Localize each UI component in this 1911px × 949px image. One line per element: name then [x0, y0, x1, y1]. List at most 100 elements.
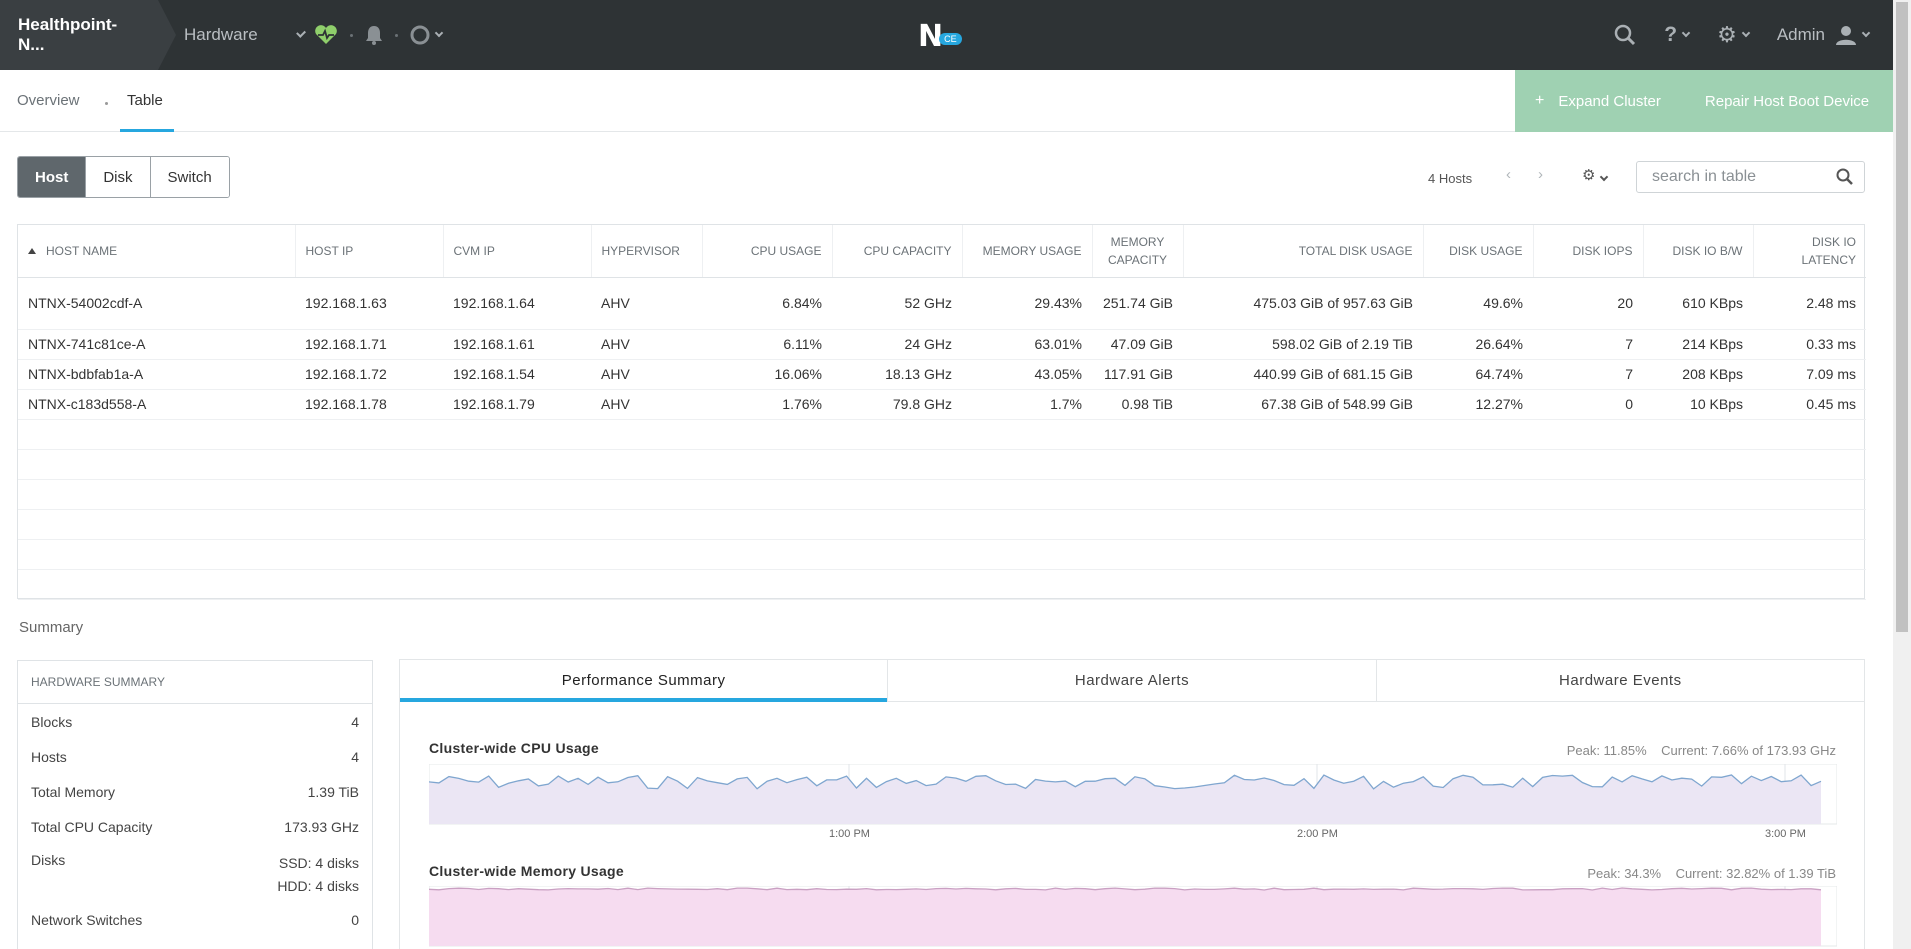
- empty-cell: [1533, 539, 1643, 570]
- table-settings-menu[interactable]: ⚙: [1582, 166, 1609, 184]
- cell-cpu-usage: 16.06%: [702, 359, 832, 390]
- empty-cell: [18, 539, 295, 570]
- empty-cell: [1092, 539, 1183, 570]
- empty-row: [18, 569, 1866, 600]
- search-icon[interactable]: [1614, 24, 1636, 46]
- toggle-disk[interactable]: Disk: [86, 157, 151, 197]
- empty-cell: [1753, 509, 1866, 540]
- cell-total-disk-usage: 67.38 GiB of 548.99 GiB: [1183, 389, 1423, 420]
- empty-cell: [1183, 539, 1423, 570]
- col-cpu-usage[interactable]: CPU USAGE: [702, 225, 833, 278]
- col-disk-io-bw[interactable]: DISK IO B/W: [1643, 225, 1754, 278]
- empty-cell: [832, 569, 962, 600]
- table-row[interactable]: NTNX-741c81ce-A 192.168.1.71 192.168.1.61 A…: [18, 329, 1866, 360]
- search-icon[interactable]: [1836, 168, 1854, 186]
- hardware-summary-card: HARDWARE SUMMARY Blocks 4 Hosts 4 Total Me…: [17, 660, 373, 949]
- x-tick: 2:00 PM: [1297, 828, 1338, 840]
- label: Total CPU Capacity: [31, 818, 153, 835]
- circle-menu-icon[interactable]: [410, 25, 444, 45]
- scrollbar-thumb[interactable]: [1896, 2, 1908, 632]
- prev-page-icon[interactable]: ‹: [1506, 166, 1511, 183]
- host-table: HOST NAME HOST IP CVM IP HYPERVISOR CPU …: [17, 224, 1866, 600]
- col-cpu-capacity[interactable]: CPU CAPACITY: [832, 225, 963, 278]
- col-disk-usage[interactable]: DISK USAGE: [1423, 225, 1534, 278]
- x-tick: 3:00 PM: [1765, 828, 1806, 840]
- empty-cell: [1092, 419, 1183, 450]
- help-menu[interactable]: ?: [1664, 23, 1691, 47]
- toggle-host[interactable]: Host: [18, 157, 87, 197]
- empty-row: [18, 539, 1866, 570]
- summary-total-cpu: Total CPU Capacity 173.93 GHz: [18, 809, 372, 844]
- empty-cell: [1643, 509, 1753, 540]
- tab-hardware-alerts[interactable]: Hardware Alerts: [888, 660, 1377, 701]
- cell-disk-io-bw: 10 KBps: [1643, 389, 1753, 420]
- col-memory-capacity[interactable]: MEMORY CAPACITY: [1092, 225, 1184, 278]
- cell-memory-usage: 1.7%: [962, 389, 1092, 420]
- cell-disk-io-bw: 208 KBps: [1643, 359, 1753, 390]
- empty-cell: [591, 539, 702, 570]
- empty-cell: [1753, 419, 1866, 450]
- col-host-ip[interactable]: HOST IP: [295, 225, 444, 278]
- next-page-icon[interactable]: ›: [1538, 166, 1543, 183]
- table-row[interactable]: NTNX-c183d558-A 192.168.1.78 192.168.1.79 A…: [18, 389, 1866, 420]
- cluster-actions: + Expand Cluster Repair Host Boot Device: [1515, 70, 1893, 132]
- col-disk-io-latency[interactable]: DISK IO LATENCY: [1753, 225, 1866, 278]
- empty-cell: [832, 449, 962, 480]
- nutanix-logo: N CE: [918, 19, 962, 54]
- cell-disk-io-bw: 610 KBps: [1643, 277, 1753, 330]
- col-host-name[interactable]: HOST NAME: [18, 225, 296, 278]
- col-total-disk-usage[interactable]: TOTAL DISK USAGE: [1183, 225, 1424, 278]
- col-memory-usage[interactable]: MEMORY USAGE: [962, 225, 1093, 278]
- bell-icon[interactable]: [365, 25, 383, 45]
- separator: [350, 33, 353, 37]
- cell-disk-usage: 26.64%: [1423, 329, 1533, 360]
- empty-cell: [295, 509, 443, 540]
- empty-cell: [1423, 509, 1533, 540]
- empty-cell: [1092, 569, 1183, 600]
- empty-cell: [18, 419, 295, 450]
- logo-mark: N: [918, 19, 943, 54]
- col-disk-iops[interactable]: DISK IOPS: [1533, 225, 1644, 278]
- col-hypervisor[interactable]: HYPERVISOR: [591, 225, 703, 278]
- cell-disk-io-latency: 7.09 ms: [1753, 359, 1866, 390]
- empty-cell: [1092, 509, 1183, 540]
- table-search-input[interactable]: search in table: [1636, 161, 1865, 193]
- health-icon[interactable]: [314, 25, 338, 45]
- user-menu[interactable]: Admin: [1777, 25, 1871, 45]
- hardware-nav-dropdown[interactable]: Hardware: [184, 25, 306, 45]
- tab-table[interactable]: Table: [127, 92, 163, 109]
- tab-overview[interactable]: Overview: [17, 92, 80, 109]
- cpu-chart-stats: Peak: 11.85% Current: 7.66% of 173.93 GH…: [1567, 743, 1836, 758]
- repair-host-boot-device-button[interactable]: Repair Host Boot Device: [1705, 93, 1869, 110]
- chart-area: [429, 888, 1821, 946]
- value: 0: [351, 911, 359, 928]
- chevron-down-icon: [1741, 28, 1751, 38]
- cluster-name[interactable]: Healthpoint-N...: [0, 0, 176, 70]
- empty-cell: [702, 419, 832, 450]
- col-cvm-ip[interactable]: CVM IP: [443, 225, 592, 278]
- cell-cpu-capacity: 24 GHz: [832, 329, 962, 360]
- empty-cell: [1092, 449, 1183, 480]
- cpu-current: Current: 7.66% of 173.93 GHz: [1661, 743, 1836, 758]
- cell-memory-usage: 63.01%: [962, 329, 1092, 360]
- value: SSD: 4 disks HDD: 4 disks: [277, 852, 359, 898]
- empty-cell: [591, 569, 702, 600]
- gear-icon: ⚙: [1582, 167, 1596, 184]
- cell-host-ip: 192.168.1.78: [295, 389, 443, 420]
- toggle-switch[interactable]: Switch: [150, 157, 229, 197]
- empty-cell: [443, 569, 591, 600]
- tab-hardware-events[interactable]: Hardware Events: [1377, 660, 1864, 701]
- tab-performance-summary[interactable]: Performance Summary: [400, 660, 889, 702]
- table-row[interactable]: NTNX-bdbfab1a-A 192.168.1.72 192.168.1.54 A…: [18, 359, 1866, 390]
- expand-cluster-button[interactable]: + Expand Cluster: [1535, 92, 1661, 110]
- table-row[interactable]: NTNX-54002cdf-A 192.168.1.63 192.168.1.64 A…: [18, 277, 1866, 330]
- empty-cell: [832, 509, 962, 540]
- empty-cell: [1753, 449, 1866, 480]
- empty-cell: [443, 509, 591, 540]
- vertical-scrollbar[interactable]: [1893, 0, 1911, 949]
- empty-cell: [591, 509, 702, 540]
- cell-cvm-ip: 192.168.1.61: [443, 329, 591, 360]
- cpu-peak: Peak: 11.85%: [1566, 743, 1647, 758]
- cell-disk-io-bw: 214 KBps: [1643, 329, 1753, 360]
- settings-menu[interactable]: ⚙: [1717, 22, 1751, 48]
